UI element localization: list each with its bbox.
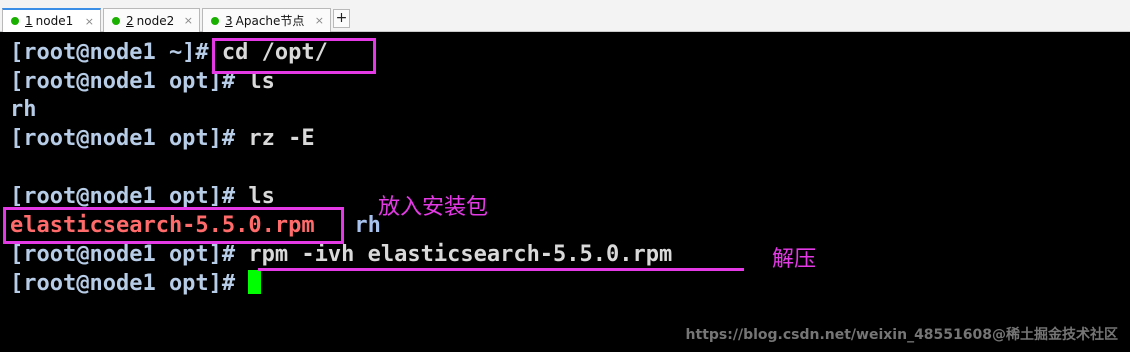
terminal-screen[interactable]: [root@node1 ~]# cd /opt/ [root@node1 opt… [0, 35, 1130, 352]
tab-node2[interactable]: 2 node2 × [103, 8, 200, 32]
tab-node1[interactable]: 1 node1 × [2, 8, 101, 32]
connected-status-icon [211, 16, 219, 25]
command-text: rz -E [235, 126, 315, 151]
shell-prompt: [root@node1 opt]# [10, 184, 236, 209]
tab-number: 3 [225, 13, 233, 28]
tab-bar: 1 node1 × 2 node2 × 3 Apache节点 × + [0, 0, 1130, 32]
connected-status-icon [112, 16, 120, 25]
tab-apache[interactable]: 3 Apache节点 × [202, 8, 331, 32]
close-icon[interactable]: × [85, 15, 94, 28]
annotation-put-package: 放入安装包 [378, 195, 489, 220]
close-icon[interactable]: × [184, 14, 193, 27]
command-text [235, 271, 248, 296]
connected-status-icon [11, 17, 19, 25]
highlight-underline-rpm [258, 268, 744, 271]
annotation-decompress: 解压 [772, 247, 817, 272]
command-text: rpm -ivh elasticsearch-5.5.0.rpm [235, 242, 673, 267]
terminal-line: [root@node1 opt]# rpm -ivh elasticsearch… [10, 241, 672, 269]
terminal-line: rh [10, 96, 37, 124]
highlight-box-rpm-file [3, 207, 344, 244]
directory-name: rh [354, 213, 381, 238]
shell-prompt: [root@node1 opt]# [10, 126, 236, 151]
output-text: rh [10, 97, 37, 122]
command-text: ls [235, 184, 275, 209]
terminal-line: [root@node1 opt]# [10, 270, 262, 298]
text-cursor [248, 270, 262, 294]
shell-prompt: [root@node1 ~]# [10, 40, 209, 65]
watermark: https://blog.csdn.net/weixin_48551608@稀土… [685, 327, 1118, 343]
tab-label: node2 [136, 13, 175, 28]
shell-prompt: [root@node1 opt]# [10, 271, 236, 296]
shell-prompt: [root@node1 opt]# [10, 242, 236, 267]
shell-prompt: [root@node1 opt]# [10, 69, 236, 94]
close-icon[interactable]: × [315, 14, 324, 27]
add-tab-button[interactable]: + [333, 9, 350, 28]
tab-number: 1 [25, 14, 33, 28]
highlight-box-cd [212, 38, 376, 74]
terminal-line: [root@node1 opt]# rz -E [10, 125, 315, 153]
tab-label: Apache节点 [235, 14, 305, 28]
tab-label: node1 [35, 14, 74, 28]
tab-number: 2 [126, 13, 134, 28]
